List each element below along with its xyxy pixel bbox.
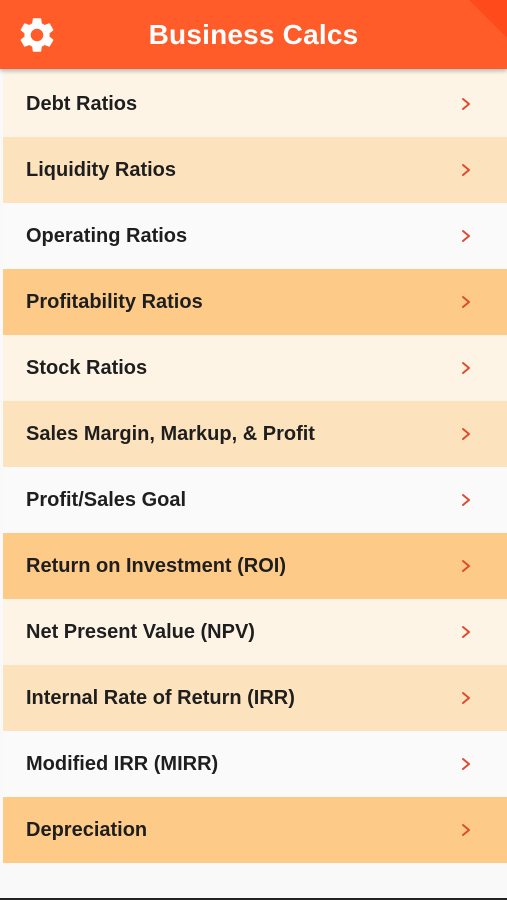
menu-item-label: Return on Investment (ROI) <box>26 554 287 577</box>
app-screen: Business Calcs Debt Ratios Liquidity Rati… <box>0 0 507 900</box>
menu-item-label: Debt Ratios <box>26 92 138 115</box>
menu-item-label: Operating Ratios <box>26 224 188 247</box>
chevron-right-icon <box>462 230 470 242</box>
menu-item-label: Depreciation <box>26 818 148 841</box>
chevron-right-icon <box>462 758 470 770</box>
menu-item-operating-ratios[interactable]: Operating Ratios <box>3 203 507 269</box>
menu-item-stock-ratios[interactable]: Stock Ratios <box>3 335 507 401</box>
menu-item-return-on-investment-roi[interactable]: Return on Investment (ROI) <box>3 533 507 599</box>
menu-item-label: Sales Margin, Markup, & Profit <box>26 422 315 445</box>
chevron-right-icon <box>462 494 470 506</box>
chevron-right-icon <box>462 362 470 374</box>
settings-button[interactable] <box>14 14 60 56</box>
calculator-menu-list: Debt Ratios Liquidity Ratios Operating Rat… <box>3 71 507 863</box>
menu-item-net-present-value-npv[interactable]: Net Present Value (NPV) <box>3 599 507 665</box>
menu-item-sales-margin-markup-profit[interactable]: Sales Margin, Markup, & Profit <box>3 401 507 467</box>
chevron-right-icon <box>462 296 470 308</box>
menu-item-label: Liquidity Ratios <box>26 158 176 181</box>
chevron-right-icon <box>462 98 470 110</box>
menu-item-label: Net Present Value (NPV) <box>26 620 255 643</box>
menu-item-label: Profit/Sales Goal <box>26 488 187 511</box>
menu-item-liquidity-ratios[interactable]: Liquidity Ratios <box>3 137 507 203</box>
menu-item-label: Profitability Ratios <box>26 290 203 313</box>
app-bar: Business Calcs <box>0 0 507 69</box>
chevron-right-icon <box>462 626 470 638</box>
chevron-right-icon <box>462 428 470 440</box>
menu-item-modified-irr-mirr[interactable]: Modified IRR (MIRR) <box>3 731 507 797</box>
menu-item-label: Modified IRR (MIRR) <box>26 752 219 775</box>
corner-decoration <box>469 0 507 38</box>
menu-item-profitability-ratios[interactable]: Profitability Ratios <box>3 269 507 335</box>
app-title: Business Calcs <box>148 19 359 50</box>
menu-item-depreciation[interactable]: Depreciation <box>3 797 507 863</box>
chevron-right-icon <box>462 560 470 572</box>
menu-item-label: Internal Rate of Return (IRR) <box>26 686 295 709</box>
gear-icon <box>20 18 54 52</box>
chevron-right-icon <box>462 692 470 704</box>
chevron-right-icon <box>462 164 470 176</box>
menu-item-label: Stock Ratios <box>26 356 148 379</box>
menu-item-profit-sales-goal[interactable]: Profit/Sales Goal <box>3 467 507 533</box>
menu-item-internal-rate-of-return-irr[interactable]: Internal Rate of Return (IRR) <box>3 665 507 731</box>
chevron-right-icon <box>462 824 470 836</box>
menu-item-debt-ratios[interactable]: Debt Ratios <box>3 71 507 137</box>
